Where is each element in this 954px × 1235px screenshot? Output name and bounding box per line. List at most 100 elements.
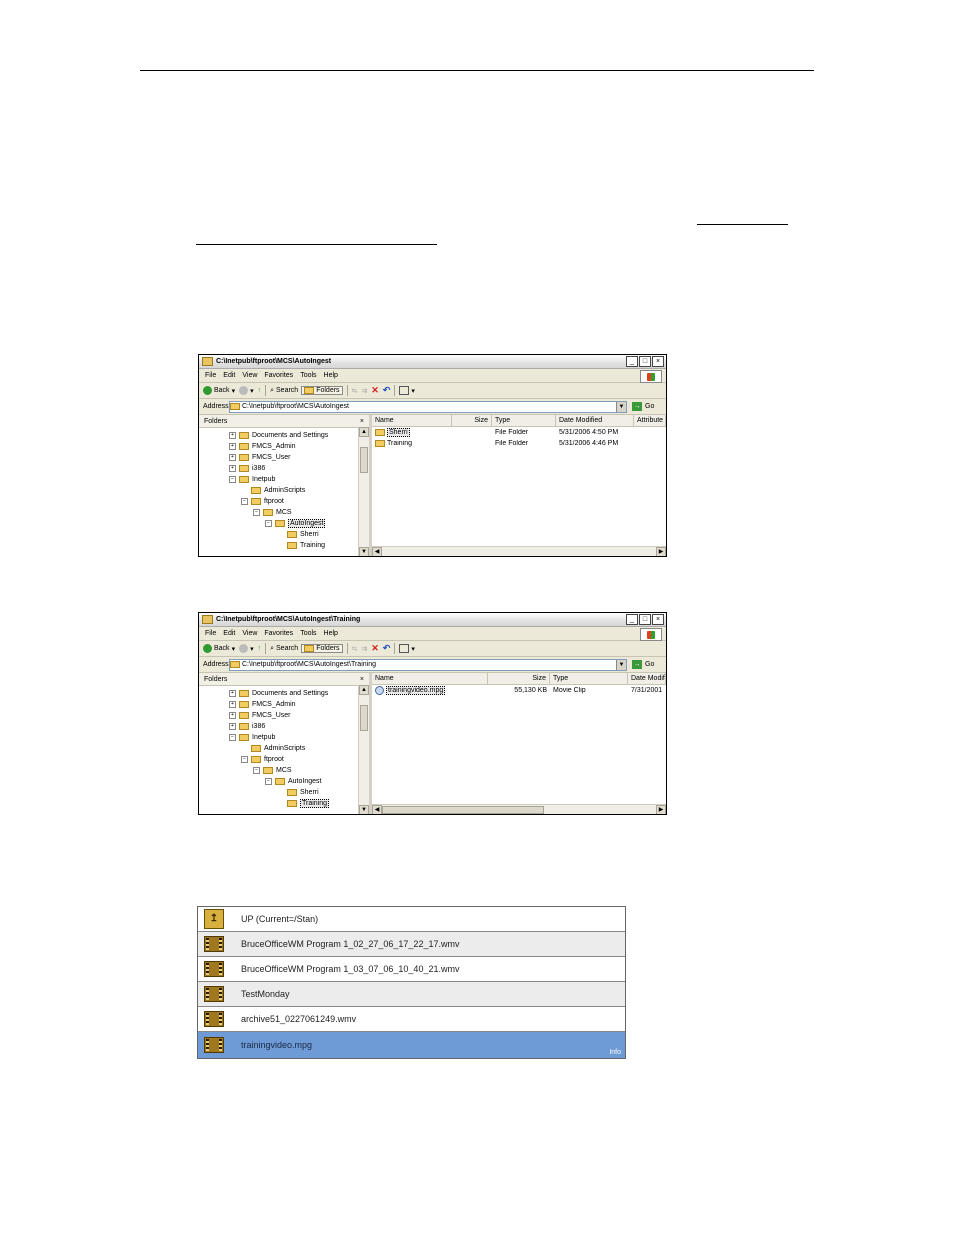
move-to-button[interactable]: ⇆ (352, 645, 358, 653)
tree-item[interactable]: − AutoIngest (265, 776, 321, 786)
tree-item[interactable]: − Inetpub (229, 474, 275, 484)
scroll-right-icon[interactable]: ▶ (656, 805, 666, 814)
tree-item[interactable]: AdminScripts (251, 743, 305, 753)
tree-item[interactable]: + Documents and Settings (229, 430, 328, 440)
up-folder-button[interactable]: ↑ (258, 645, 262, 652)
column-size[interactable]: Size (452, 415, 492, 426)
minimize-button[interactable]: _ (626, 614, 638, 625)
close-pane-button[interactable]: × (360, 676, 364, 683)
file-row[interactable]: Training File Folder 5/31/2006 4:46 PM (372, 438, 666, 449)
tree-item-selected[interactable]: − AutoIngest (265, 518, 326, 528)
close-button[interactable]: × (652, 614, 664, 625)
scroll-right-icon[interactable]: ▶ (656, 547, 666, 556)
copy-to-button[interactable]: ⇉ (361, 387, 367, 395)
column-type[interactable]: Type (492, 415, 556, 426)
address-input[interactable]: C:\Inetpub\ftproot\MCS\AutoIngest\Traini… (229, 658, 627, 671)
chevron-down-icon[interactable]: ▼ (616, 401, 626, 412)
title-bar[interactable]: C:\Inetpub\ftproot\MCS\AutoIngest _ □ × (199, 355, 666, 369)
tree-item-selected[interactable]: Training (287, 798, 330, 808)
tree-item[interactable]: − ftproot (241, 754, 284, 764)
tree-scrollbar[interactable]: ▲ ▼ (358, 427, 369, 556)
menu-edit[interactable]: Edit (223, 372, 235, 379)
go-button[interactable]: → Go (632, 660, 654, 669)
scroll-up-icon[interactable]: ▲ (359, 685, 369, 695)
tree-item[interactable]: Sherri (287, 787, 319, 797)
folders-button[interactable]: Folders (301, 386, 343, 395)
search-button[interactable]: ⌕ Search (270, 645, 298, 653)
tree-item[interactable]: AdminScripts (251, 485, 305, 495)
delete-button[interactable]: ✕ (371, 385, 379, 396)
column-attributes[interactable]: Attribute (634, 415, 666, 426)
list-item-selected[interactable]: trainingvideo.mpg Info (198, 1032, 625, 1058)
menu-file[interactable]: File (205, 372, 216, 379)
scroll-left-icon[interactable]: ◀ (372, 805, 382, 814)
menu-favorites[interactable]: Favorites (264, 630, 293, 637)
list-item[interactable]: BruceOfficeWM Program 1_03_07_06_10_40_2… (198, 957, 625, 982)
menu-edit[interactable]: Edit (223, 630, 235, 637)
file-list-scrollbar[interactable]: ◀ ▶ (372, 804, 666, 814)
minimize-button[interactable]: _ (626, 356, 638, 367)
menu-tools[interactable]: Tools (300, 630, 316, 637)
menu-view[interactable]: View (242, 372, 257, 379)
scroll-down-icon[interactable]: ▼ (359, 805, 369, 814)
close-pane-button[interactable]: × (360, 418, 364, 425)
list-item[interactable]: archive51_0227061249.wmv (198, 1007, 625, 1032)
column-type[interactable]: Type (550, 673, 628, 684)
forward-button[interactable]: ▾ (239, 644, 254, 653)
menu-view[interactable]: View (242, 630, 257, 637)
back-button[interactable]: Back ▾ (203, 386, 235, 395)
menu-help[interactable]: Help (324, 372, 338, 379)
list-item-up[interactable]: ↥ UP (Current=/Stan) (198, 907, 625, 932)
delete-button[interactable]: ✕ (371, 643, 379, 654)
tree-item[interactable]: + FMCS_Admin (229, 699, 296, 709)
undo-button[interactable]: ↶ (383, 643, 391, 654)
menu-help[interactable]: Help (324, 630, 338, 637)
scroll-down-icon[interactable]: ▼ (359, 547, 369, 556)
tree-item[interactable]: + Documents and Settings (229, 688, 328, 698)
scroll-left-icon[interactable]: ◀ (372, 547, 382, 556)
tree-scrollbar[interactable]: ▲ ▼ (358, 685, 369, 814)
copy-to-button[interactable]: ⇉ (361, 645, 367, 653)
folders-button[interactable]: Folders (301, 644, 343, 653)
search-button[interactable]: ⌕ Search (270, 387, 298, 395)
tree-item[interactable]: + FMCS_User (229, 452, 291, 462)
file-list-scrollbar[interactable]: ◀ ▶ (372, 546, 666, 556)
chevron-down-icon[interactable]: ▼ (616, 659, 626, 670)
file-row[interactable]: trainingvideo.mpg 55,130 KB Movie Clip 7… (372, 685, 666, 696)
file-row[interactable]: Sherri File Folder 5/31/2006 4:50 PM (372, 427, 666, 438)
up-folder-button[interactable]: ↑ (258, 387, 262, 394)
list-item[interactable]: TestMonday (198, 982, 625, 1007)
tree-item[interactable]: − MCS (253, 507, 292, 517)
info-link[interactable]: Info (609, 1049, 621, 1056)
maximize-button[interactable]: □ (639, 614, 651, 625)
go-button[interactable]: → Go (632, 402, 654, 411)
close-button[interactable]: × (652, 356, 664, 367)
tree-item[interactable]: + i386 (229, 721, 265, 731)
tree-item[interactable]: + i386 (229, 463, 265, 473)
scroll-up-icon[interactable]: ▲ (359, 427, 369, 437)
tree-item[interactable]: + FMCS_User (229, 710, 291, 720)
views-button[interactable]: ▾ (399, 644, 415, 653)
tree-item[interactable]: Training (287, 540, 325, 550)
undo-button[interactable]: ↶ (383, 385, 391, 396)
column-date-modified[interactable]: Date Modifi (628, 673, 666, 684)
move-to-button[interactable]: ⇆ (352, 387, 358, 395)
address-input[interactable]: C:\Inetpub\ftproot\MCS\AutoIngest ▼ (229, 400, 627, 413)
maximize-button[interactable]: □ (639, 356, 651, 367)
column-size[interactable]: Size (488, 673, 550, 684)
tree-item[interactable]: Sherri (287, 529, 319, 539)
menu-favorites[interactable]: Favorites (264, 372, 293, 379)
tree-item[interactable]: + FMCS_Admin (229, 441, 296, 451)
tree-item[interactable]: − ftproot (241, 496, 284, 506)
column-name[interactable]: Name (372, 673, 488, 684)
column-name[interactable]: Name (372, 415, 452, 426)
menu-file[interactable]: File (205, 630, 216, 637)
back-button[interactable]: Back ▾ (203, 644, 235, 653)
list-item[interactable]: BruceOfficeWM Program 1_02_27_06_17_22_1… (198, 932, 625, 957)
tree-item[interactable]: − MCS (253, 765, 292, 775)
title-bar[interactable]: C:\Inetpub\ftproot\MCS\AutoIngest\Traini… (199, 613, 666, 627)
forward-button[interactable]: ▾ (239, 386, 254, 395)
views-button[interactable]: ▾ (399, 386, 415, 395)
menu-tools[interactable]: Tools (300, 372, 316, 379)
column-date-modified[interactable]: Date Modified (556, 415, 634, 426)
